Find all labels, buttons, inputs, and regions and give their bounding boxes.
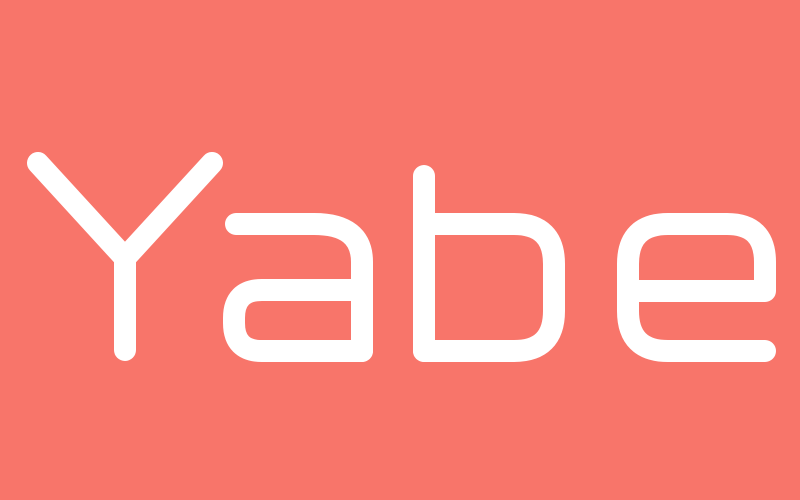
logo: Yabe [0, 0, 800, 500]
logo-letter-y [27, 152, 223, 361]
logo-letter-a [223, 213, 373, 362]
logo-letter-b [413, 165, 565, 362]
logo-wordmark [27, 152, 776, 362]
logo-letter-e [617, 213, 776, 362]
